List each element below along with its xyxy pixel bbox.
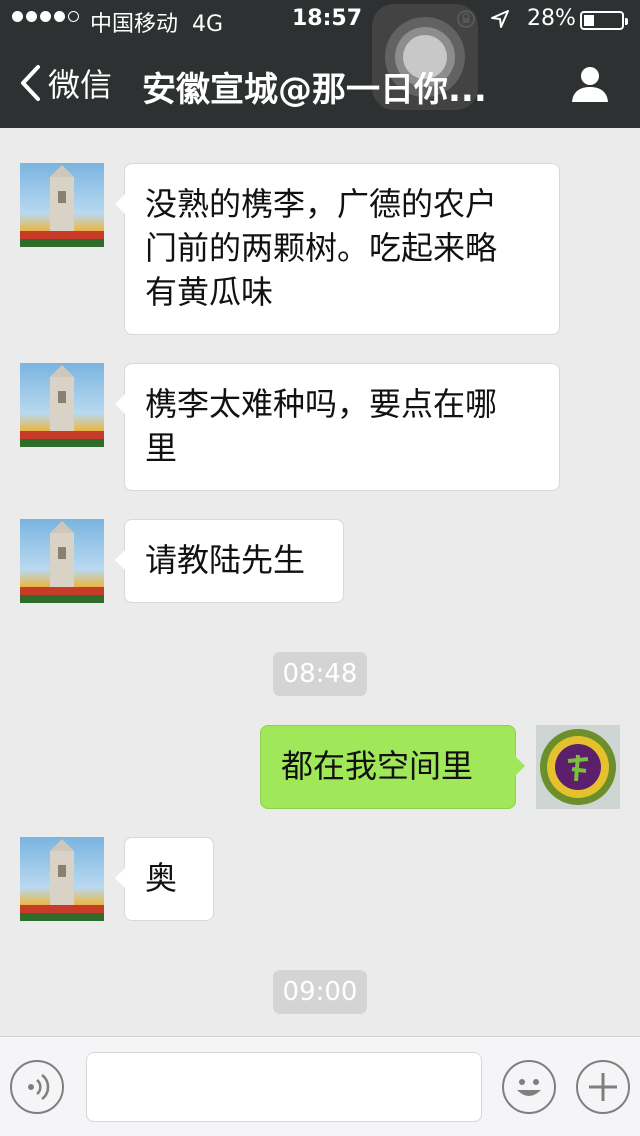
- location-icon: [491, 10, 509, 28]
- cathedral-image-icon: [20, 521, 104, 603]
- message-bubble[interactable]: 没熟的槜李，广德的农户 门前的两颗树。吃起来略 有黄瓜味: [115, 163, 560, 335]
- chat-title: 安徽宣城@那一日你...: [142, 70, 487, 110]
- message-text: 槜李太难种吗，要点在哪: [145, 385, 498, 423]
- input-bar: [0, 1036, 640, 1136]
- cathedral-image-icon: [20, 365, 104, 447]
- cathedral-image-icon: [20, 165, 104, 247]
- timestamp: 08:48: [273, 652, 367, 696]
- back-button[interactable]: 微信: [18, 60, 112, 106]
- message-text: 门前的两颗树。吃起来略: [145, 229, 498, 267]
- status-bar: 中国移动 4G 18:57 28%: [0, 0, 640, 40]
- emoji-button[interactable]: [502, 1060, 556, 1114]
- timestamp: 09:00: [273, 970, 367, 1014]
- more-button[interactable]: [576, 1060, 630, 1114]
- chat-header: 中国移动 4G 18:57 28% 微信 安徽宣城@那一日你...: [0, 0, 640, 128]
- clock: 18:57: [292, 6, 363, 31]
- carrier-label: 中国移动 4G: [90, 12, 224, 37]
- plus-icon: [589, 1073, 617, 1101]
- avatar[interactable]: [20, 163, 104, 247]
- message-text: 都在我空间里: [281, 747, 474, 785]
- seal-logo-icon: [540, 729, 616, 805]
- message-text: 有黄瓜味: [145, 273, 274, 311]
- message-bubble-mine[interactable]: 都在我空间里: [260, 725, 525, 809]
- message-bubble[interactable]: 奥: [115, 837, 214, 921]
- battery-icon: [580, 11, 628, 30]
- battery-percent: 28%: [527, 6, 576, 31]
- person-icon[interactable]: [570, 64, 610, 104]
- voice-button[interactable]: [10, 1060, 64, 1114]
- cathedral-image-icon: [20, 839, 104, 921]
- avatar[interactable]: [20, 837, 104, 921]
- message-text: 请教陆先生: [145, 541, 306, 579]
- message-text: 里: [145, 429, 178, 467]
- chevron-left-icon: [21, 65, 40, 101]
- my-avatar[interactable]: [536, 725, 620, 809]
- avatar[interactable]: [20, 363, 104, 447]
- avatar[interactable]: [20, 519, 104, 603]
- emoji-icon: [517, 1079, 541, 1096]
- voice-icon: [28, 1074, 50, 1100]
- signal-strength-icon: [12, 11, 79, 22]
- message-bubble[interactable]: 槜李太难种吗，要点在哪 里: [115, 363, 560, 491]
- nav-bar: 微信 安徽宣城@那一日你...: [0, 50, 640, 122]
- message-bubble[interactable]: 请教陆先生: [115, 519, 344, 603]
- message-input[interactable]: [86, 1052, 482, 1122]
- message-text: 奥: [145, 859, 178, 897]
- back-label: 微信: [48, 66, 113, 104]
- message-text: 没熟的槜李，广德的农户: [145, 185, 498, 223]
